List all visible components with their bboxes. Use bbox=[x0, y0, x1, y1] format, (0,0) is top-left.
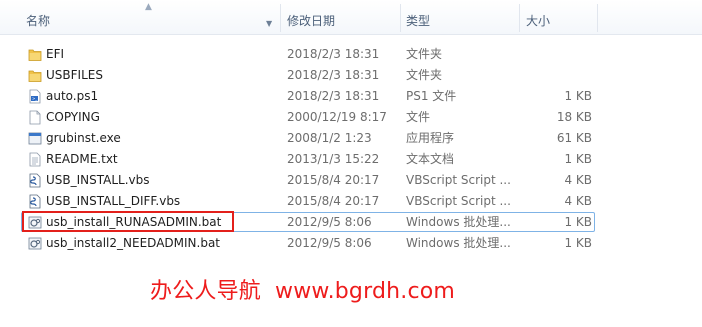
file-name: USBFILES bbox=[46, 68, 103, 82]
file-date: 2012/9/5 8:06 bbox=[287, 215, 372, 229]
file-row[interactable]: USB_INSTALL_DIFF.vbs 2015/8/4 20:17 VBSc… bbox=[0, 191, 702, 212]
file-row[interactable]: EFI 2018/2/3 18:31 文件夹 bbox=[0, 44, 702, 65]
file-row[interactable]: COPYING 2000/12/19 8:17 文件 18 KB bbox=[0, 107, 702, 128]
file-name: README.txt bbox=[46, 152, 118, 166]
file-row[interactable]: >_ auto.ps1 2018/2/3 18:31 PS1 文件 1 KB bbox=[0, 86, 702, 107]
powershell-file-icon: >_ bbox=[28, 89, 42, 104]
column-header-type[interactable]: 类型 bbox=[406, 0, 430, 34]
chevron-down-icon[interactable]: ▼ bbox=[266, 20, 272, 28]
watermark-url: www.bgrdh.com bbox=[275, 279, 456, 304]
column-header-size[interactable]: 大小 bbox=[526, 0, 550, 34]
file-row[interactable]: USB_INSTALL.vbs 2015/8/4 20:17 VBScript … bbox=[0, 170, 702, 191]
file-name: auto.ps1 bbox=[46, 89, 99, 103]
file-size: 1 KB bbox=[564, 236, 592, 250]
column-header-name[interactable]: 名称 bbox=[26, 0, 50, 34]
file-date: 2018/2/3 18:31 bbox=[287, 68, 380, 82]
file-row[interactable]: README.txt 2013/1/3 15:22 文本文档 1 KB bbox=[0, 149, 702, 170]
column-divider[interactable] bbox=[280, 4, 281, 32]
sort-ascending-icon: ▲ bbox=[145, 2, 152, 12]
file-type: 文件 bbox=[406, 110, 431, 124]
text-file-icon bbox=[28, 152, 42, 167]
application-icon bbox=[28, 131, 42, 146]
file-type: Windows 批处理... bbox=[406, 215, 511, 229]
file-name: usb_install2_NEEDADMIN.bat bbox=[46, 236, 221, 250]
file-type: 应用程序 bbox=[406, 131, 455, 145]
watermark: 办公人导航 www.bgrdh.com bbox=[150, 278, 455, 306]
file-type: 文件夹 bbox=[406, 47, 443, 61]
file-size: 1 KB bbox=[564, 152, 592, 166]
file-row[interactable]: USBFILES 2018/2/3 18:31 文件夹 bbox=[0, 65, 702, 86]
file-size: 4 KB bbox=[564, 173, 592, 187]
file-type: VBScript Script ... bbox=[406, 173, 511, 187]
file-date: 2012/9/5 8:06 bbox=[287, 236, 372, 250]
file-date: 2013/1/3 15:22 bbox=[287, 152, 380, 166]
watermark-text: 办公人导航 bbox=[150, 279, 262, 304]
batch-file-icon bbox=[28, 236, 42, 251]
vbscript-file-icon bbox=[28, 194, 42, 209]
file-type: PS1 文件 bbox=[406, 89, 457, 103]
file-size: 4 KB bbox=[564, 194, 592, 208]
file-name: USB_INSTALL_DIFF.vbs bbox=[46, 194, 181, 208]
file-date: 2018/2/3 18:31 bbox=[287, 89, 380, 103]
column-divider[interactable] bbox=[519, 4, 520, 32]
file-size: 18 KB bbox=[556, 110, 592, 124]
file-name: USB_INSTALL.vbs bbox=[46, 173, 150, 187]
file-date: 2008/1/2 1:23 bbox=[287, 131, 372, 145]
file-date: 2000/12/19 8:17 bbox=[287, 110, 387, 124]
file-row[interactable]: grubinst.exe 2008/1/2 1:23 应用程序 61 KB bbox=[0, 128, 702, 149]
blank-file-icon bbox=[28, 110, 42, 125]
file-type: Windows 批处理... bbox=[406, 236, 511, 250]
file-date: 2015/8/4 20:17 bbox=[287, 173, 380, 187]
file-row[interactable]: usb_install2_NEEDADMIN.bat 2012/9/5 8:06… bbox=[0, 233, 702, 254]
folder-icon bbox=[28, 47, 42, 62]
file-type: 文本文档 bbox=[406, 152, 455, 166]
file-date: 2018/2/3 18:31 bbox=[287, 47, 380, 61]
file-type: 文件夹 bbox=[406, 68, 443, 82]
vbscript-file-icon bbox=[28, 173, 42, 188]
file-name: COPYING bbox=[46, 110, 100, 124]
file-date: 2015/8/4 20:17 bbox=[287, 194, 380, 208]
file-size: 1 KB bbox=[564, 89, 592, 103]
column-divider[interactable] bbox=[400, 4, 401, 32]
column-divider[interactable] bbox=[597, 4, 598, 32]
file-size: 61 KB bbox=[556, 131, 592, 145]
folder-icon bbox=[28, 68, 42, 83]
file-name: EFI bbox=[46, 47, 65, 61]
file-type: VBScript Script ... bbox=[406, 194, 511, 208]
file-name: grubinst.exe bbox=[46, 131, 121, 145]
file-size: 1 KB bbox=[564, 215, 592, 229]
column-header-date[interactable]: 修改日期 bbox=[287, 0, 335, 34]
red-annotation-box bbox=[22, 211, 234, 232]
column-header-bar: ▲ 名称 ▼ 修改日期 类型 大小 bbox=[0, 0, 702, 35]
